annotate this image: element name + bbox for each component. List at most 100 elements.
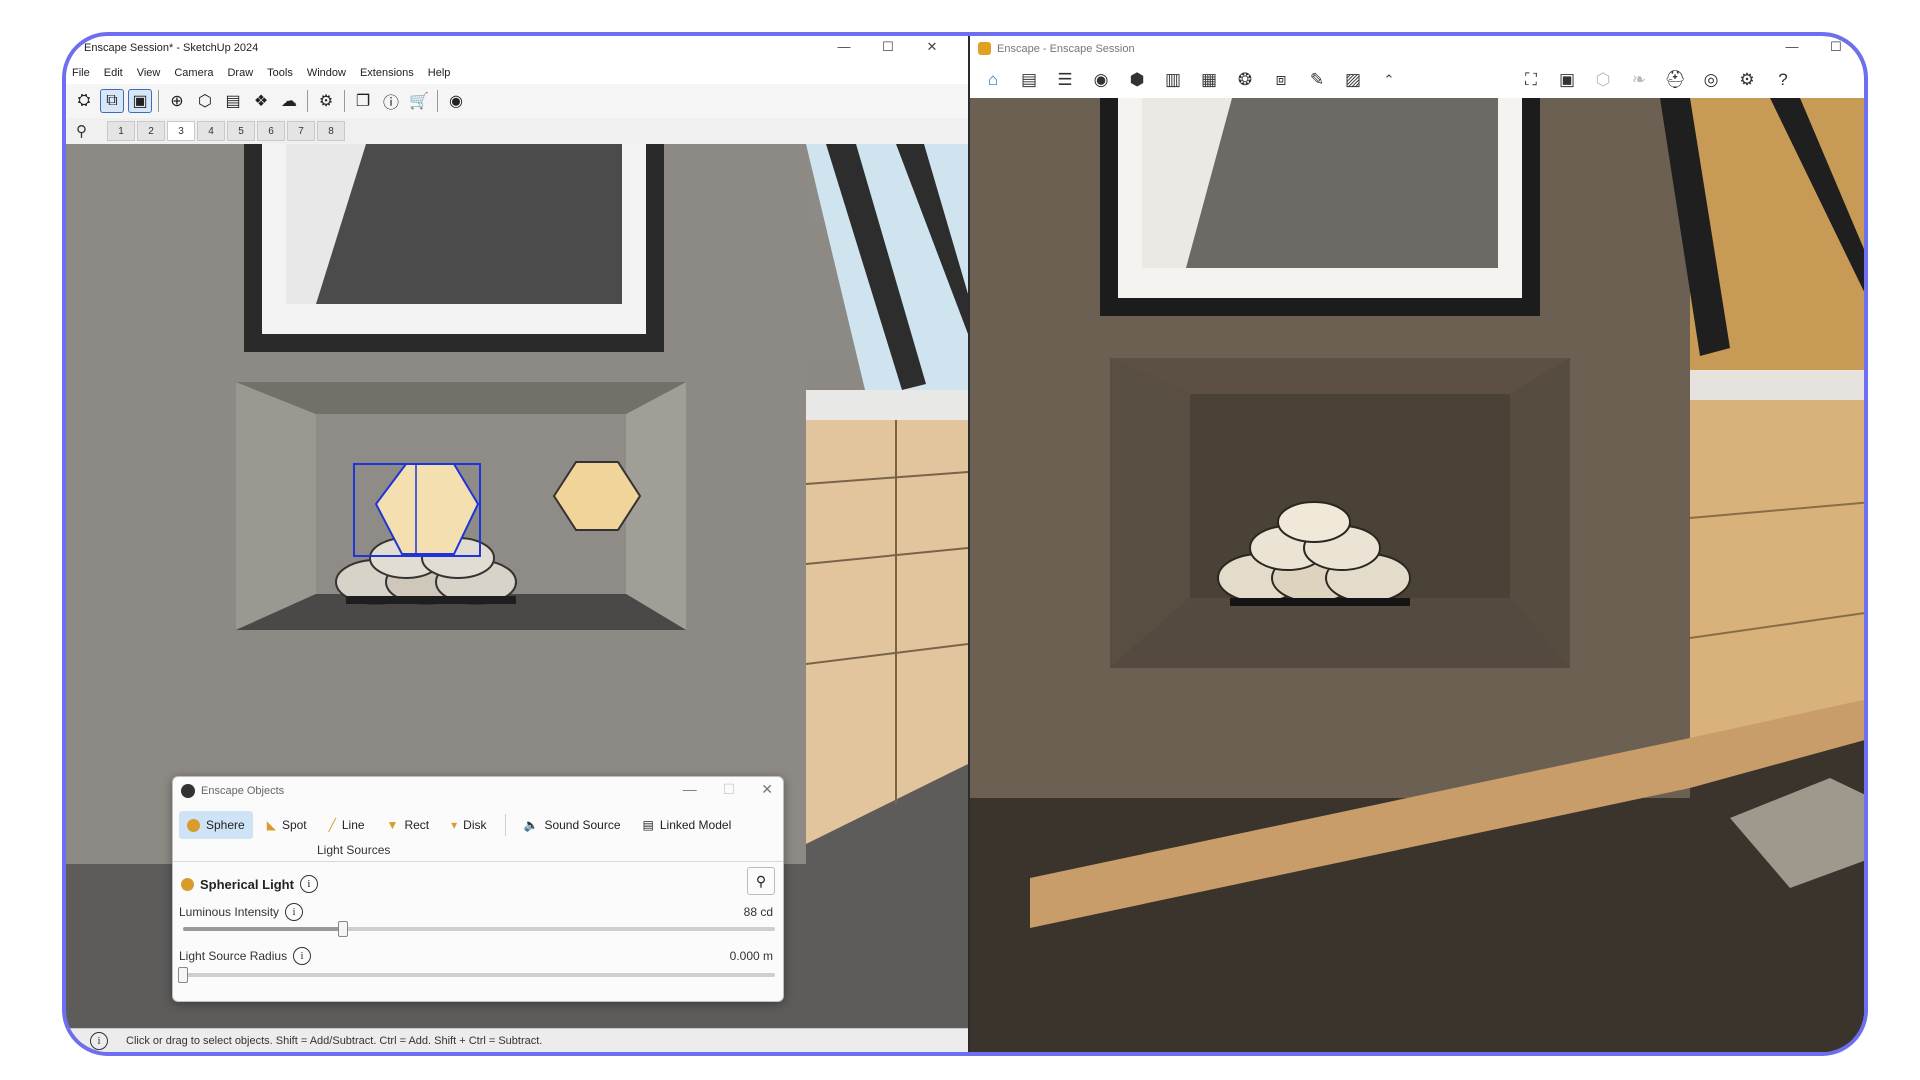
scene-tab-1[interactable]: 1: [107, 121, 135, 141]
add-icon[interactable]: ⊕: [165, 89, 189, 113]
object-type-tabs: Sphere ◣ Spot ╱ Line ▼ Rect ▾ Disk 🔈 Sou…: [179, 811, 739, 839]
cube-icon[interactable]: ⬡: [1588, 66, 1618, 94]
tab-disk[interactable]: ▾ Disk: [443, 811, 494, 839]
settings-icon[interactable]: ❂: [1230, 66, 1260, 94]
panel-minimize-button[interactable]: —: [683, 781, 697, 798]
document-icon[interactable]: ▤: [1014, 66, 1044, 94]
cart-icon[interactable]: 🛒: [407, 89, 431, 113]
screenshot-icon[interactable]: ⧈: [1266, 66, 1296, 94]
view-icon[interactable]: ◉: [1086, 66, 1116, 94]
menu-camera[interactable]: Camera: [174, 67, 213, 79]
toolbar-divider: [344, 90, 345, 112]
menu-view[interactable]: View: [137, 67, 161, 79]
window-icon[interactable]: ❐: [351, 89, 375, 113]
enscape-window-controls: — ☐: [1770, 39, 1858, 55]
scene-tab-8[interactable]: 8: [317, 121, 345, 141]
scene-tab-5[interactable]: 5: [227, 121, 255, 141]
scene-tab-4[interactable]: 4: [197, 121, 225, 141]
tab-rect[interactable]: ▼ Rect: [379, 811, 438, 839]
enscape-objects-panel: Enscape Objects — ☐ ✕ Sphere ◣ Spot ╱ Li…: [172, 776, 784, 1002]
light-source-radius-slider[interactable]: [178, 967, 775, 983]
tab-sound-source[interactable]: 🔈 Sound Source: [516, 811, 629, 839]
sketchup-window-title: Enscape Session* - SketchUp 2024: [84, 42, 259, 54]
scene-tab-6[interactable]: 6: [257, 121, 285, 141]
search-icon[interactable]: ⚲: [76, 122, 87, 140]
enscape-render-viewport[interactable]: [970, 98, 1864, 1052]
enscape-titlebar: Enscape - Enscape Session — ☐: [970, 36, 1864, 62]
image-icon[interactable]: ▨: [1338, 66, 1368, 94]
render-icon[interactable]: ▦: [1194, 66, 1224, 94]
sketchup-window-controls: — ☐ ✕: [822, 39, 954, 55]
sync-views-icon[interactable]: ⧉: [100, 89, 124, 113]
material-icon[interactable]: ▤: [221, 89, 245, 113]
upload-icon[interactable]: ☁: [277, 89, 301, 113]
maximize-button[interactable]: ☐: [1814, 39, 1858, 55]
maximize-button[interactable]: ☐: [866, 39, 910, 55]
menu-draw[interactable]: Draw: [227, 67, 253, 79]
menu-edit[interactable]: Edit: [104, 67, 123, 79]
panel-close-button[interactable]: ✕: [761, 781, 773, 798]
luminous-intensity-slider[interactable]: [183, 921, 775, 937]
panel-maximize-button[interactable]: ☐: [723, 781, 736, 798]
line-icon: ╱: [328, 818, 336, 832]
close-button[interactable]: ✕: [910, 39, 954, 55]
object-icon[interactable]: ⬢: [1122, 66, 1152, 94]
object-icon[interactable]: ⬡: [193, 89, 217, 113]
scene-tab-3[interactable]: 3: [167, 121, 195, 141]
menu-file[interactable]: File: [72, 67, 90, 79]
enscape-logo-icon: [181, 784, 195, 798]
minimize-button[interactable]: —: [822, 39, 866, 55]
tab-spot[interactable]: ◣ Spot: [259, 811, 315, 839]
scene-tab-7[interactable]: 7: [287, 121, 315, 141]
tab-sphere[interactable]: Sphere: [179, 811, 253, 839]
help-icon[interactable]: ?: [1768, 66, 1798, 94]
tab-rect-label: Rect: [404, 818, 430, 832]
capture-icon[interactable]: ▣: [128, 89, 152, 113]
visibility-icon[interactable]: ◎: [1696, 66, 1726, 94]
enscape-window: Enscape - Enscape Session — ☐ ⌂ ▤ ☰ ◉ ⬢ …: [970, 36, 1864, 1052]
place-light-button[interactable]: ⚲: [747, 867, 775, 895]
gear-icon[interactable]: ⚙: [1732, 66, 1762, 94]
collapse-icon[interactable]: ⌃: [1374, 66, 1404, 94]
rendered-scene: [970, 98, 1864, 1052]
status-bar: i Click or drag to select objects. Shift…: [66, 1028, 968, 1052]
enscape-render-toolbar: ⌂ ▤ ☰ ◉ ⬢ ▥ ▦ ❂ ⧈ ✎ ▨ ⌃ ⛶ ▣ ⬡ ❧ ⛑ ◎ ⚙ ?: [970, 62, 1864, 98]
info-icon[interactable]: i: [293, 947, 312, 965]
tab-line[interactable]: ╱ Line: [321, 811, 373, 839]
vr-icon[interactable]: ⛑: [1660, 66, 1690, 94]
tab-divider: [504, 814, 506, 836]
gallery-icon[interactable]: ▣: [1552, 66, 1582, 94]
status-info-icon[interactable]: i: [90, 1031, 108, 1050]
tab-sphere-label: Sphere: [206, 818, 245, 832]
library-icon[interactable]: ▥: [1158, 66, 1188, 94]
slider-thumb[interactable]: [337, 921, 348, 937]
info-icon[interactable]: i: [285, 903, 304, 921]
magic-icon[interactable]: ✎: [1302, 66, 1332, 94]
bim-icon[interactable]: ☰: [1050, 66, 1080, 94]
tab-sound-source-label: Sound Source: [544, 818, 621, 832]
info-icon[interactable]: i: [299, 875, 318, 893]
menu-window[interactable]: Window: [307, 67, 346, 79]
home-icon[interactable]: ⌂: [978, 66, 1008, 94]
enscape-start-icon[interactable]: ⛭: [72, 89, 96, 113]
account-icon[interactable]: ◉: [444, 89, 468, 113]
enscape-title-group: Enscape - Enscape Session: [978, 42, 1135, 55]
minimize-button[interactable]: —: [1770, 39, 1814, 55]
slider-thumb[interactable]: [178, 967, 188, 983]
menu-extensions[interactable]: Extensions: [360, 67, 414, 79]
map-icon[interactable]: ⛶: [1516, 66, 1546, 94]
menu-tools[interactable]: Tools: [267, 67, 293, 79]
linked-model-icon: ▤: [642, 818, 654, 832]
settings-icon[interactable]: ⚙: [314, 89, 338, 113]
leaf-icon[interactable]: ❧: [1624, 66, 1654, 94]
info-icon[interactable]: ⓘ: [379, 89, 403, 113]
tab-linked-model[interactable]: ▤ Linked Model: [635, 811, 740, 839]
asset-library-icon[interactable]: ❖: [249, 89, 273, 113]
spherical-light-header: Spherical Light i: [181, 875, 318, 893]
light-sources-group-label: Light Sources: [317, 843, 391, 857]
scene-tab-2[interactable]: 2: [137, 121, 165, 141]
menu-help[interactable]: Help: [428, 67, 451, 79]
tab-disk-label: Disk: [463, 818, 487, 832]
enscape-objects-titlebar: Enscape Objects: [181, 784, 284, 798]
screenshot-frame: Enscape Session* - SketchUp 2024 — ☐ ✕ F…: [62, 32, 1868, 1056]
